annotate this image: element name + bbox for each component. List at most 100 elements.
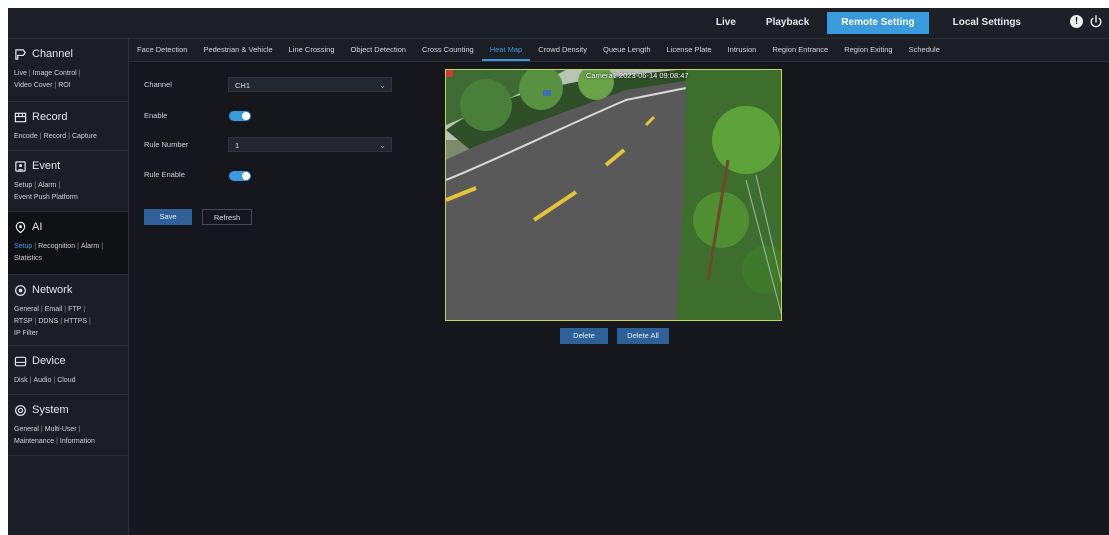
sidebar-link-recognition[interactable]: Recognition (38, 243, 75, 250)
sidebar-link-cloud[interactable]: Cloud (57, 377, 75, 384)
sidebar-head-network[interactable]: Network (14, 281, 128, 299)
camera-osd-text: Camera1 2023-06-14 09:08:47 (586, 71, 689, 80)
sidebar-links-system: General | Multi-User | Maintenance | Informat… (14, 426, 95, 445)
sidebar-links-device: Disk | Audio | Cloud (14, 377, 76, 384)
sidebar-link-ddns[interactable]: DDNS (38, 318, 58, 325)
sidebar-link-information[interactable]: Information (60, 438, 95, 445)
sidebar-head-device[interactable]: Device (14, 352, 128, 370)
sidebar-head-ai[interactable]: AI (14, 218, 128, 236)
tab-license-plate[interactable]: License Plate (659, 39, 720, 61)
rule-number-label: Rule Number (144, 140, 189, 149)
sidebar-link-disk[interactable]: Disk (14, 377, 28, 384)
sidebar-section-device: Device Disk | Audio | Cloud (8, 346, 128, 395)
rule-number-select[interactable]: 1 ⌄ (228, 137, 392, 152)
power-icon[interactable] (1089, 15, 1103, 29)
info-icon[interactable]: ! (1070, 15, 1083, 28)
sidebar-link-capture[interactable]: Capture (72, 133, 97, 140)
sidebar-link-ai-alarm[interactable]: Alarm (81, 243, 99, 250)
sidebar-section-channel: Channel Live | Image Control | Video Cover |… (8, 39, 128, 102)
event-icon (15, 160, 26, 172)
top-icons: ! (1070, 15, 1103, 29)
save-button[interactable]: Save (144, 209, 192, 225)
camera-scene (446, 70, 781, 320)
tab-crowd-density[interactable]: Crowd Density (530, 39, 595, 61)
sidebar-link-system-general[interactable]: General (14, 426, 39, 433)
sidebar-title-device: Device (32, 355, 66, 367)
sidebar-link-alarm[interactable]: Alarm (38, 182, 56, 189)
sidebar-head-event[interactable]: Event (14, 157, 128, 175)
sidebar-head-channel[interactable]: Channel (14, 45, 128, 63)
sidebar-head-system[interactable]: System (14, 401, 128, 419)
rule-number-value: 1 (235, 141, 240, 150)
sidebar-link-image-control[interactable]: Image Control (33, 70, 77, 77)
nav-local-settings[interactable]: Local Settings (935, 12, 1039, 34)
sidebar-link-multi-user[interactable]: Multi-User (45, 426, 77, 433)
channel-value: CH1 (235, 81, 251, 90)
sidebar-section-record: Record Encode | Record | Capture (8, 102, 128, 151)
sidebar-title-network: Network (32, 284, 73, 296)
tab-heat-map[interactable]: Heat Map (481, 39, 531, 61)
channel-label: Channel (144, 80, 172, 89)
tab-region-entrance[interactable]: Region Entrance (764, 39, 836, 61)
sidebar-section-event: Event Setup | Alarm | Event Push Platform (8, 151, 128, 212)
sidebar-links-channel: Live | Image Control | Video Cover | ROI (14, 70, 81, 89)
tab-queue-length[interactable]: Queue Length (595, 39, 659, 61)
sidebar-link-ip-filter[interactable]: IP Filter (14, 330, 38, 337)
sidebar: Channel Live | Image Control | Video Cover |… (8, 39, 129, 535)
sidebar-title-channel: Channel (32, 48, 73, 60)
refresh-button[interactable]: Refresh (202, 209, 252, 225)
feature-tabs: Face Detection Pedestrian & Vehicle Line… (129, 39, 1109, 62)
tab-face-detection[interactable]: Face Detection (129, 39, 195, 61)
top-nav: Live Playback Remote Setting Local Setti… (704, 8, 1039, 38)
channel-select[interactable]: CH1 ⌄ (228, 77, 392, 92)
chevron-down-icon: ⌄ (379, 141, 386, 150)
tab-object-detection[interactable]: Object Detection (343, 39, 414, 61)
app-frame: Live Playback Remote Setting Local Setti… (8, 8, 1109, 535)
delete-button[interactable]: Delete (560, 328, 608, 344)
enable-toggle[interactable] (229, 111, 251, 121)
sidebar-title-record: Record (32, 111, 68, 123)
sidebar-link-ftp[interactable]: FTP (68, 306, 81, 313)
nav-playback[interactable]: Playback (754, 12, 821, 34)
record-icon (14, 112, 27, 122)
sidebar-links-network: General | Email | FTP | RTSP | DDNS | HTTPS | IP F… (14, 306, 91, 337)
sidebar-link-record[interactable]: Record (44, 133, 67, 140)
tab-schedule[interactable]: Schedule (901, 39, 948, 61)
sidebar-link-encode[interactable]: Encode (14, 133, 38, 140)
enable-label: Enable (144, 111, 168, 120)
tab-cross-counting[interactable]: Cross Counting (414, 39, 482, 61)
rule-enable-toggle[interactable] (229, 171, 251, 181)
sidebar-link-audio[interactable]: Audio (33, 377, 51, 384)
sidebar-link-maintenance[interactable]: Maintenance (14, 438, 54, 445)
sidebar-link-roi[interactable]: ROI (58, 82, 70, 89)
sidebar-link-ai-setup[interactable]: Setup (14, 243, 32, 250)
tab-line-crossing[interactable]: Line Crossing (281, 39, 343, 61)
sidebar-link-rtsp[interactable]: RTSP (14, 318, 33, 325)
sidebar-link-live[interactable]: Live (14, 70, 27, 77)
sidebar-link-email[interactable]: Email (45, 306, 63, 313)
sidebar-link-video-cover[interactable]: Video Cover (14, 82, 52, 89)
sidebar-title-event: Event (32, 160, 61, 172)
sidebar-link-general[interactable]: General (14, 306, 39, 313)
nav-live[interactable]: Live (704, 12, 748, 34)
sidebar-link-setup[interactable]: Setup (14, 182, 32, 189)
sidebar-links-ai: Setup | Recognition | Alarm | Statistics (14, 243, 104, 262)
chevron-down-icon: ⌄ (379, 81, 386, 90)
sidebar-title-system: System (32, 404, 69, 416)
video-preview[interactable]: Camera1 2023-06-14 09:08:47 (445, 69, 782, 321)
top-bar: Live Playback Remote Setting Local Setti… (8, 8, 1109, 39)
sidebar-title-ai: AI (32, 221, 43, 233)
sidebar-head-record[interactable]: Record (14, 108, 128, 126)
sidebar-link-statistics[interactable]: Statistics (14, 255, 42, 262)
system-icon (15, 404, 26, 416)
sidebar-links-record: Encode | Record | Capture (14, 133, 97, 140)
tab-intrusion[interactable]: Intrusion (720, 39, 765, 61)
nav-remote-setting[interactable]: Remote Setting (827, 12, 929, 34)
tab-region-exiting[interactable]: Region Exiting (836, 39, 900, 61)
sidebar-link-https[interactable]: HTTPS (64, 318, 87, 325)
sidebar-link-event-push-platform[interactable]: Event Push Platform (14, 194, 78, 201)
network-icon (15, 284, 26, 296)
sidebar-section-system: System General | Multi-User | Maintenance | I… (8, 395, 128, 456)
delete-all-button[interactable]: Delete All (617, 328, 669, 344)
tab-pedestrian-vehicle[interactable]: Pedestrian & Vehicle (195, 39, 280, 61)
